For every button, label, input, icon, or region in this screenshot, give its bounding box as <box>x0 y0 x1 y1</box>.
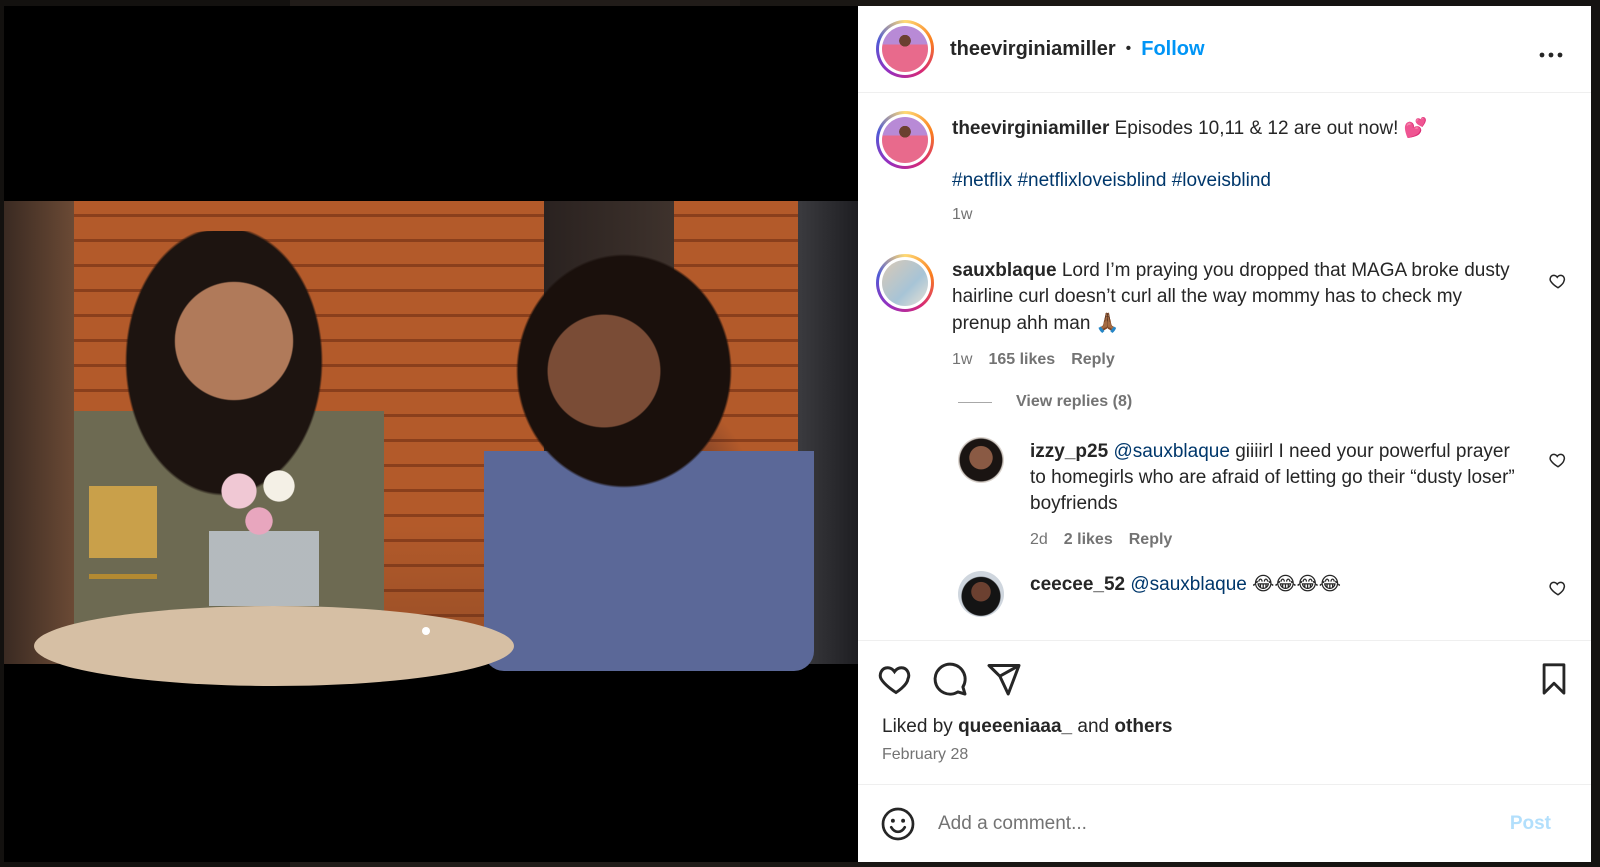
post-photo <box>4 201 858 686</box>
heart-icon[interactable] <box>878 661 914 697</box>
caption-avatar[interactable] <box>876 111 934 169</box>
comment-item: sauxblaque Lord I’m praying you dropped … <box>876 254 1573 369</box>
comment-input[interactable] <box>938 812 1510 835</box>
photo-glass <box>89 486 157 646</box>
bookmark-icon[interactable] <box>1537 662 1571 696</box>
comment-like-icon[interactable] <box>1549 272 1567 290</box>
reply-username[interactable]: izzy_p25 <box>1030 441 1108 462</box>
hashtag-netflix[interactable]: #netflix <box>952 170 1012 191</box>
view-replies-button[interactable]: View replies (8) <box>958 393 1573 411</box>
reply-mention[interactable]: @sauxblaque <box>1113 441 1229 462</box>
post-header: theevirginiamiller • Follow <box>858 6 1591 93</box>
post-date[interactable]: February 28 <box>858 738 1591 784</box>
post-side-panel: theevirginiamiller • Follow theevirginia… <box>858 6 1591 862</box>
hashtag-netflixloveisblind[interactable]: #netflixloveisblind <box>1017 170 1166 191</box>
add-comment-bar: Post <box>858 784 1591 862</box>
hashtag-loveisblind[interactable]: #loveisblind <box>1172 170 1271 191</box>
post-modal: theevirginiamiller • Follow theevirginia… <box>4 6 1591 862</box>
follow-button[interactable]: Follow <box>1141 38 1204 61</box>
liked-by-line: Liked by queeeniaaa_ and others <box>858 716 1591 738</box>
comment-icon[interactable] <box>932 661 968 697</box>
paper-plane-icon[interactable] <box>986 661 1022 697</box>
comment-reply-button[interactable]: Reply <box>1071 351 1115 369</box>
liked-by-others[interactable]: others <box>1114 716 1172 737</box>
reply-like-icon[interactable] <box>1549 579 1567 597</box>
reply-likes[interactable]: 2 likes <box>1064 531 1113 549</box>
reply-text: 😂😂😂😂 <box>1252 573 1341 595</box>
carousel-dot <box>422 627 430 635</box>
photo-flowers <box>209 461 319 611</box>
caption-username[interactable]: theevirginiamiller <box>952 118 1109 139</box>
reply-age[interactable]: 2d <box>1030 531 1048 549</box>
caption-text: Episodes 10,11 & 12 are out now! <box>1114 118 1399 139</box>
reply-item: izzy_p25 @sauxblaque giiiirl I need your… <box>958 437 1573 549</box>
comment-age[interactable]: 1w <box>952 351 972 369</box>
post-actions <box>858 640 1591 716</box>
reply-reply-button[interactable]: Reply <box>1129 531 1173 549</box>
liked-by-user[interactable]: queeeniaaa_ <box>958 716 1072 737</box>
separator-dot: • <box>1125 40 1132 57</box>
view-replies-line <box>958 401 992 403</box>
caption-age[interactable]: 1w <box>952 206 972 224</box>
emoji-icon[interactable] <box>880 806 916 842</box>
comment-username[interactable]: sauxblaque <box>952 260 1057 281</box>
caption-emoji: 💕 <box>1403 117 1428 139</box>
more-options-icon[interactable] <box>1539 34 1573 65</box>
reply-username[interactable]: ceecee_52 <box>1030 574 1125 595</box>
comment-emoji: 🙏🏾 <box>1095 312 1120 334</box>
author-username[interactable]: theevirginiamiller <box>950 38 1116 61</box>
commenter-avatar[interactable] <box>876 254 934 312</box>
reply-avatar[interactable] <box>958 437 1004 483</box>
liked-by-and: and <box>1077 716 1110 737</box>
reply-avatar[interactable] <box>958 571 1004 617</box>
reply-item: ceecee_52 @sauxblaque 😂😂😂😂 <box>958 571 1573 617</box>
reply-like-icon[interactable] <box>1549 451 1567 469</box>
author-avatar[interactable] <box>876 20 934 78</box>
photo-person-right <box>484 251 814 671</box>
view-replies-label: View replies (8) <box>1016 393 1133 410</box>
reply-mention[interactable]: @sauxblaque <box>1130 574 1246 595</box>
liked-by-prefix: Liked by <box>882 716 953 737</box>
post-media[interactable] <box>4 6 858 862</box>
comment-likes[interactable]: 165 likes <box>988 351 1055 369</box>
photo-wall <box>4 201 74 664</box>
comments-section[interactable]: theevirginiamiller Episodes 10,11 & 12 a… <box>858 93 1591 640</box>
post-button[interactable]: Post <box>1510 813 1569 835</box>
caption: theevirginiamiller Episodes 10,11 & 12 a… <box>876 111 1573 224</box>
